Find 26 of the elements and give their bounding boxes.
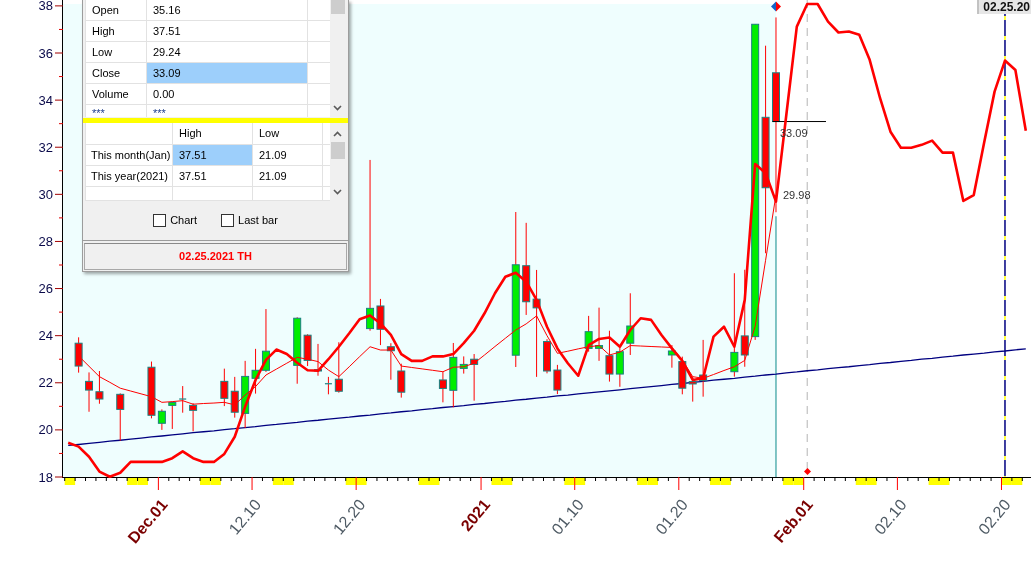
price-axis-label: 32: [38, 139, 53, 155]
cursor-date-label: 02.25.20: [977, 0, 1031, 15]
row-label: High: [92, 23, 115, 39]
price-axis-label: 28: [38, 233, 53, 249]
price-axis-label: 24: [38, 328, 53, 344]
status-date: 02.25.2021 TH: [84, 243, 347, 270]
row-label: Volume: [92, 86, 129, 102]
price-axis-label: 18: [38, 469, 53, 485]
row-label: This month(Jan): [91, 147, 171, 163]
price-axis-label: 22: [38, 375, 53, 391]
price-axis-label: 26: [38, 281, 53, 297]
table-cell: 33.09: [147, 63, 308, 83]
price-axis-label: 30: [38, 186, 53, 202]
price-axis-label: 36: [38, 45, 53, 61]
price-axis-label: 38: [38, 0, 53, 14]
row-label: Open: [92, 2, 119, 18]
column-header: High: [179, 126, 202, 142]
row-label: Low: [92, 44, 113, 60]
table-cell: 37.51: [173, 145, 253, 165]
column-header: Low: [259, 126, 280, 142]
price-axis-label: 20: [38, 422, 53, 438]
price-axis-label: 34: [38, 92, 53, 108]
row-label: ***: [92, 110, 105, 117]
row-label: This year(2021): [91, 168, 169, 184]
row-label: Close: [92, 65, 121, 81]
price-label: 29.98: [783, 188, 811, 201]
